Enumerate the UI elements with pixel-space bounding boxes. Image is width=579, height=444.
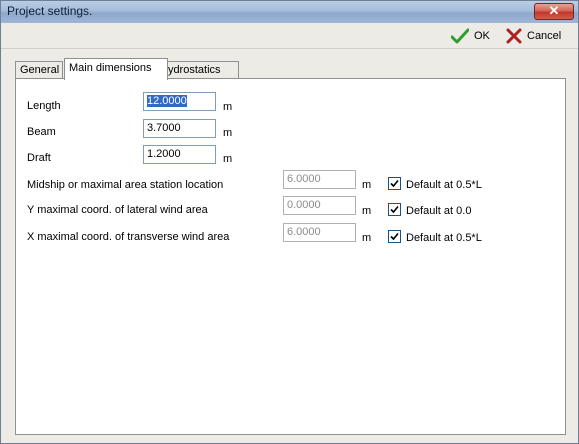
check-icon [390, 232, 399, 241]
x-wind-value: 6.0000 [287, 226, 321, 238]
midship-input[interactable]: 6.0000 [283, 170, 356, 189]
window-close-button[interactable]: ✕ [534, 3, 574, 20]
y-wind-input[interactable]: 0.0000 [283, 196, 356, 215]
x-wind-label: X maximal coord. of transverse wind area [27, 231, 230, 243]
beam-label: Beam [27, 126, 56, 138]
midship-unit: m [362, 179, 372, 191]
tab-general[interactable]: General [15, 61, 63, 79]
midship-default-label: Default at 0.5*L [406, 179, 482, 191]
y-wind-label: Y maximal coord. of lateral wind area [27, 204, 208, 216]
x-wind-default-checkbox[interactable] [388, 230, 401, 243]
tab-main-dimensions[interactable]: Main dimensions [64, 58, 168, 80]
midship-default-checkbox[interactable] [388, 177, 401, 190]
x-wind-input[interactable]: 6.0000 [283, 223, 356, 242]
length-unit: m [223, 101, 233, 113]
cancel-x-icon [506, 28, 522, 44]
main-dimensions-panel: Length 12.0000 m Beam 3.7000 m Draft 1.2… [15, 78, 566, 435]
check-icon [390, 205, 399, 214]
draft-value: 1.2000 [147, 148, 181, 160]
midship-value: 6.0000 [287, 173, 321, 185]
title-bar[interactable]: Project settings. ✕ [1, 1, 578, 23]
cancel-button[interactable]: Cancel [506, 27, 561, 45]
length-label: Length [27, 100, 61, 112]
draft-unit: m [223, 153, 233, 165]
x-wind-unit: m [362, 232, 372, 244]
ok-button[interactable]: OK [451, 27, 490, 45]
y-wind-value: 0.0000 [287, 199, 321, 211]
checkmark-icon [451, 28, 469, 44]
draft-label: Draft [27, 152, 51, 164]
close-icon: ✕ [548, 3, 560, 18]
draft-input[interactable]: 1.2000 [143, 145, 216, 164]
midship-label: Midship or maximal area station location [27, 179, 224, 191]
beam-value: 3.7000 [147, 122, 181, 134]
length-value: 12.0000 [147, 95, 187, 107]
x-wind-default-label: Default at 0.5*L [406, 232, 482, 244]
y-wind-unit: m [362, 205, 372, 217]
y-wind-default-label: Default at 0.0 [406, 205, 472, 217]
ok-label: OK [474, 30, 490, 42]
project-settings-window: Project settings. ✕ OK Cancel General Hy… [0, 0, 579, 444]
length-input[interactable]: 12.0000 [143, 92, 216, 111]
cancel-label: Cancel [527, 30, 562, 42]
beam-unit: m [223, 127, 233, 139]
dialog-toolbar: OK Cancel [1, 23, 578, 49]
y-wind-default-checkbox[interactable] [388, 203, 401, 216]
check-icon [390, 179, 399, 188]
window-title: Project settings. [7, 4, 93, 18]
beam-input[interactable]: 3.7000 [143, 119, 216, 138]
